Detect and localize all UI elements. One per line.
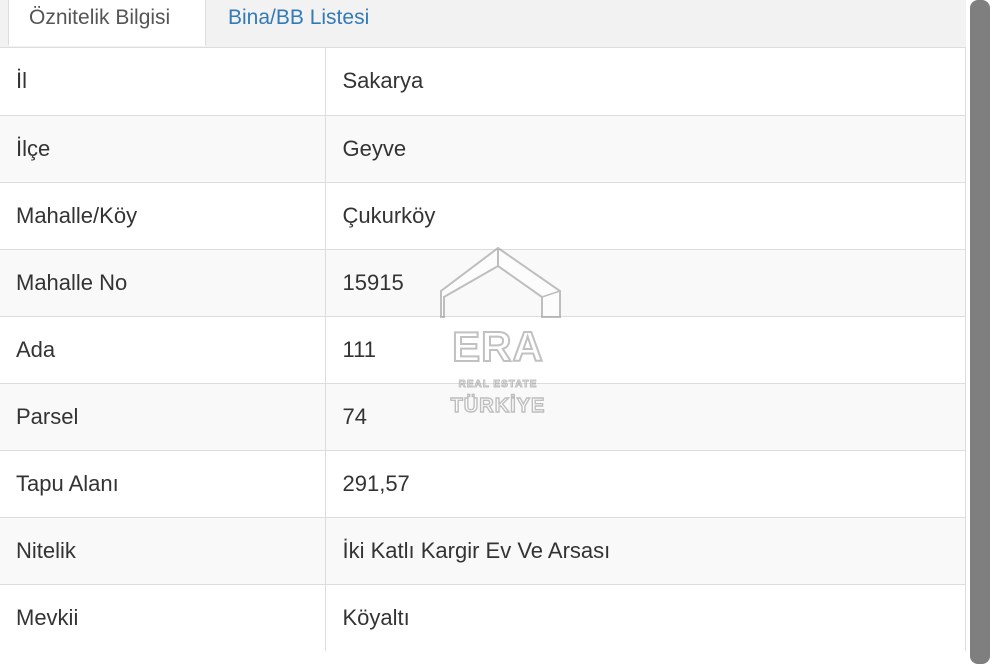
- table-row: Mahalle No 15915: [0, 248, 965, 316]
- row-value: Sakarya: [342, 68, 424, 94]
- table-row: İlçe Geyve: [0, 114, 965, 182]
- row-key: Nitelik: [0, 516, 326, 584]
- table-row: Nitelik İki Katlı Kargir Ev Ve Arsası: [0, 516, 965, 584]
- row-key: Tapu Alanı: [0, 449, 326, 517]
- table-row: Parsel 74: [0, 382, 965, 450]
- row-value: Köyaltı: [325, 583, 965, 651]
- row-key: İlçe: [0, 114, 326, 182]
- table-row: İl Sakarya: [0, 48, 965, 115]
- row-value: 15915: [325, 248, 965, 316]
- row-key: Ada: [0, 315, 326, 383]
- table-row: Mahalle/Köy Çukurköy: [0, 181, 965, 249]
- attribute-table-container: İl Sakarya İlçe Geyve Mahalle/Köy Çukurk…: [0, 48, 966, 651]
- row-value: 291,57: [325, 449, 965, 517]
- row-key: İl: [0, 48, 326, 115]
- tab-bina-bb-listesi[interactable]: Bina/BB Listesi: [208, 0, 389, 46]
- tab-bar: Öznitelik Bilgisi Bina/BB Listesi: [0, 0, 966, 48]
- row-value: 74: [325, 382, 965, 450]
- tab-label: Öznitelik Bilgisi: [29, 6, 171, 29]
- row-value: 111: [325, 315, 965, 383]
- row-value: Çukurköy: [325, 181, 965, 249]
- row-value: İki Katlı Kargir Ev Ve Arsası: [325, 516, 965, 584]
- tab-oznitelik-bilgisi[interactable]: Öznitelik Bilgisi: [8, 0, 206, 46]
- row-key: Mahalle/Köy: [0, 181, 326, 249]
- row-key: Mevkii: [0, 583, 326, 651]
- table-row: Ada 111: [0, 315, 965, 383]
- row-key: Mahalle No: [0, 248, 326, 316]
- table-row: Tapu Alanı 291,57: [0, 449, 965, 517]
- attribute-table: İl Sakarya İlçe Geyve Mahalle/Köy Çukurk…: [0, 48, 965, 651]
- scrollbar-thumb[interactable]: [970, 0, 990, 664]
- row-key: Parsel: [0, 382, 326, 450]
- row-value: Geyve: [325, 114, 965, 182]
- table-row: Mevkii Köyaltı: [0, 583, 965, 651]
- tab-label: Bina/BB Listesi: [228, 6, 370, 29]
